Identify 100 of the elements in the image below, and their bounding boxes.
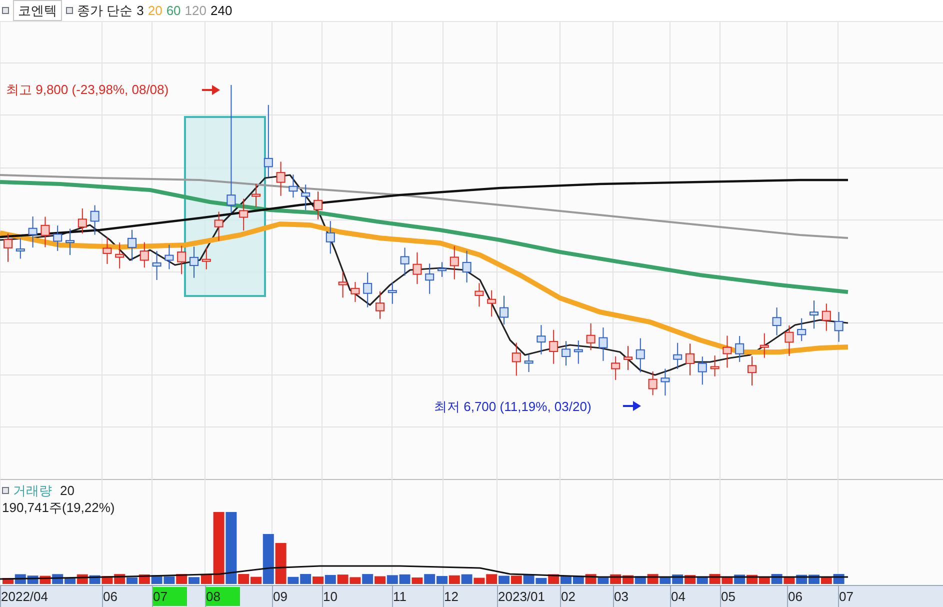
candlestick	[562, 340, 570, 366]
candlestick	[834, 312, 844, 342]
axis-date-label: 11	[393, 588, 406, 606]
ma-period: 60	[166, 2, 181, 20]
candlestick	[412, 252, 422, 285]
candlestick	[363, 272, 372, 308]
candlestick	[239, 198, 248, 232]
candlestick	[636, 338, 645, 373]
volume-bar	[386, 575, 398, 584]
volume-bar	[647, 574, 658, 584]
axis-date-label: 12	[444, 588, 458, 606]
axis-date-label: 06	[103, 588, 118, 606]
candlestick	[177, 245, 186, 275]
candlestick	[722, 335, 732, 368]
candlestick	[202, 247, 211, 270]
candlestick	[115, 242, 124, 269]
candlestick	[660, 368, 670, 396]
candlestick	[512, 342, 521, 376]
candlestick	[164, 244, 174, 270]
volume-bar	[424, 574, 436, 584]
candlestick	[797, 318, 806, 342]
candlestick	[462, 250, 472, 283]
candlestick	[214, 211, 224, 242]
candlestick	[500, 295, 508, 326]
volume-bar	[399, 574, 410, 584]
candlestick	[288, 174, 298, 198]
candlestick	[772, 307, 782, 336]
legend-toggle-icon[interactable]	[66, 7, 73, 14]
candlestick	[4, 232, 12, 262]
candlestick	[710, 355, 720, 377]
low-arrow-icon	[623, 401, 641, 411]
candlestick	[686, 343, 694, 376]
candlestick	[760, 332, 769, 358]
candlestick	[400, 247, 410, 276]
ma-period: 240	[210, 2, 232, 20]
candlestick	[748, 356, 756, 386]
candlestick	[78, 208, 87, 234]
volume-bar	[833, 574, 844, 584]
legend-label: 종가 단순	[77, 2, 133, 20]
axis-date-label: 03	[614, 588, 628, 606]
candlestick	[822, 303, 831, 332]
volume-period: 20	[60, 482, 74, 499]
candlestick	[53, 225, 62, 252]
axis-date-label: 04	[671, 588, 686, 606]
candlestick	[784, 324, 794, 356]
axis-date-label: 10	[323, 588, 338, 606]
volume-reading: 190,741주(19,22%)	[2, 499, 115, 516]
ma-period: 20	[148, 2, 162, 20]
candlestick	[673, 342, 682, 370]
volume-bar	[498, 576, 510, 584]
volume-bar	[300, 574, 312, 584]
candlestick	[350, 282, 360, 302]
candlestick	[28, 216, 38, 248]
candlestick	[252, 183, 260, 208]
volume-bar	[362, 574, 374, 584]
axis-date-label: 05	[721, 588, 736, 606]
candlestick	[128, 229, 136, 262]
candlestick	[301, 184, 310, 211]
volume-label: 거래량	[13, 482, 52, 499]
candlestick	[474, 282, 484, 308]
candlestick	[326, 220, 335, 254]
axis-date-label: 09	[273, 588, 288, 606]
axis-date-label: 06	[788, 588, 802, 606]
candlestick	[425, 263, 434, 294]
candlestick	[314, 190, 322, 220]
stock-name: 코엔텍	[13, 0, 62, 22]
axis-date-label: 02	[561, 588, 576, 606]
axis-date-label: 07	[839, 588, 854, 606]
volume-bar	[337, 574, 348, 584]
candlestick	[338, 271, 348, 298]
candlestick	[388, 282, 397, 304]
low-price-annotation: 최저 6,700 (11,19%, 03/20)	[434, 398, 592, 416]
candlestick	[611, 356, 620, 380]
volume-bar	[138, 574, 150, 584]
axis-date-label: 2023/01	[498, 588, 545, 606]
volume-bar	[324, 574, 336, 584]
volume-bar	[709, 574, 720, 584]
candlestick	[574, 340, 583, 364]
volume-bar	[510, 576, 522, 584]
candlestick	[438, 262, 446, 278]
candlestick	[190, 246, 198, 278]
candlestick	[536, 324, 546, 355]
volume-bar	[448, 575, 460, 584]
candlestick	[40, 216, 50, 248]
candlestick	[276, 161, 286, 196]
candlestick	[586, 322, 596, 351]
candlestick	[140, 242, 149, 268]
legend-toggle-icon[interactable]	[2, 7, 9, 14]
candlestick	[524, 354, 534, 373]
volume-bar	[771, 574, 782, 584]
candlestick	[648, 370, 658, 396]
candlestick	[450, 246, 459, 280]
axis-date-label: 2022/04	[1, 588, 48, 606]
axis-date-label: 07	[153, 586, 188, 606]
high-arrow-icon	[202, 85, 220, 95]
legend-toggle-icon[interactable]	[2, 487, 9, 494]
candlestick	[735, 336, 744, 362]
candlestick	[376, 290, 384, 320]
axis-date-label: 08	[206, 586, 240, 606]
high-price-annotation: 최고 9,800 (-23,98%, 08/08)	[6, 81, 169, 99]
